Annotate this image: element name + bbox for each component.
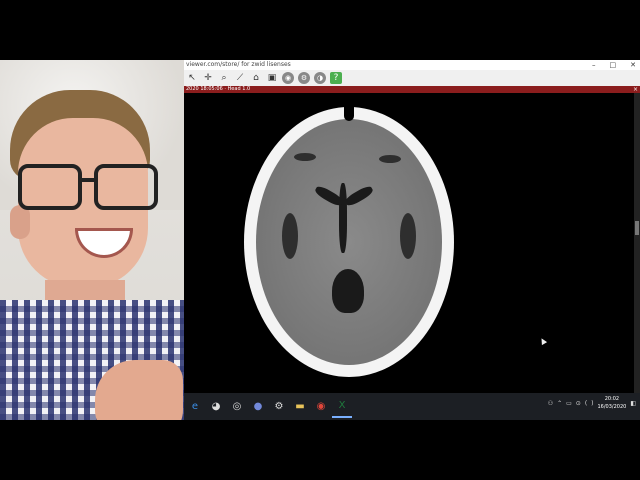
clock[interactable]: 20:02 16/03/2020 [598, 395, 627, 411]
close-button[interactable]: ✕ [630, 60, 636, 70]
screen-capture-icon[interactable]: ▣ [266, 72, 278, 84]
clock-date: 16/03/2020 [597, 404, 627, 410]
title-bar: viewer.com/store/ for zwid lisenses – □ … [184, 60, 640, 70]
system-tray: ⚇ ⌃ ▭ ⊙ ( ) 20:02 16/03/2020 ◧ [548, 395, 636, 411]
ct-image-viewport[interactable] [184, 93, 634, 393]
person-ear [10, 205, 30, 239]
settings-icon[interactable]: ⚙ [298, 72, 310, 84]
frontal-notch [344, 105, 354, 121]
ruler-icon[interactable]: ⟋ [234, 72, 246, 84]
3d-icon[interactable]: ◉ [282, 72, 294, 84]
person-icon[interactable]: ⚇ [548, 400, 553, 407]
viewer-toolbar: ↖ ✛ ⌕ ⟋ ⌂ ▣ ◉ ⚙ ◑ ? [184, 70, 640, 87]
midline-ventricle [339, 183, 347, 253]
left-sylvian-fissure [282, 213, 298, 259]
settings-icon[interactable]: ⚙ [269, 397, 289, 417]
series-info: 2020 18:05:06 · Head 1.0 [186, 86, 251, 92]
mouse-cursor [538, 336, 548, 346]
help-icon[interactable]: ? [330, 72, 342, 84]
chrome-icon[interactable]: ◉ [311, 397, 331, 417]
dicom-viewer-window: viewer.com/store/ for zwid lisenses – □ … [184, 60, 640, 420]
left-lens [18, 164, 82, 210]
quadrigeminal-cistern [332, 269, 364, 313]
hand [95, 360, 183, 420]
discord-icon[interactable]: ● [248, 397, 268, 417]
tray-glyph-1[interactable]: ▭ [566, 400, 572, 407]
taskbar: e ◕ ◎ ● ⚙ ▬ ◉ X ⚇ ⌃ ▭ ⊙ ( ) 20:02 16/03/… [184, 393, 640, 420]
arrow-cursor-icon[interactable]: ↖ [186, 72, 198, 84]
glasses [18, 164, 158, 210]
crosshair-icon[interactable]: ✛ [202, 72, 214, 84]
right-lens [94, 164, 158, 210]
window-title: viewer.com/store/ for zwid lisenses [186, 61, 291, 68]
webcam-overlay [0, 60, 184, 420]
spine-label-icon[interactable]: ⌂ [250, 72, 262, 84]
tray-glyph-4[interactable]: ) [591, 400, 593, 407]
series-info-bar: 2020 18:05:06 · Head 1.0 × [184, 86, 640, 93]
sulcus [294, 153, 316, 161]
scrollbar-thumb[interactable] [635, 221, 639, 235]
obs-icon[interactable]: ◎ [227, 397, 247, 417]
maximize-button[interactable]: □ [610, 60, 617, 70]
sulcus [379, 155, 401, 163]
minimize-button[interactable]: – [592, 60, 596, 70]
window-controls: – □ ✕ [592, 60, 636, 70]
contrast-icon[interactable]: ◑ [314, 72, 326, 84]
tray-glyph-2[interactable]: ⊙ [576, 400, 581, 407]
close-series-button[interactable]: × [633, 86, 638, 93]
right-sylvian-fissure [400, 213, 416, 259]
tray-glyph-3[interactable]: ( [585, 400, 587, 407]
zoom-icon[interactable]: ⌕ [218, 72, 230, 84]
vertical-scrollbar[interactable] [634, 93, 640, 393]
explorer-icon[interactable]: ▬ [290, 397, 310, 417]
tray-glyph-5[interactable]: ◧ [630, 400, 636, 407]
edge-icon[interactable]: e [185, 397, 205, 417]
excel-icon[interactable]: X [332, 396, 352, 418]
steam-icon[interactable]: ◕ [206, 397, 226, 417]
clock-time: 20:02 [604, 396, 620, 402]
tray-glyph-0[interactable]: ⌃ [557, 400, 562, 407]
